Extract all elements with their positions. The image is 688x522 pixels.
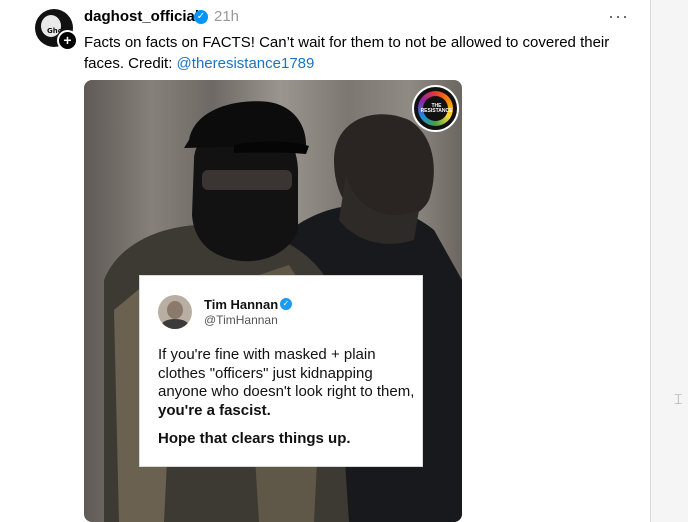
page-edge-icon: ⌶: [674, 391, 683, 407]
quote-author-handle: @TimHannan: [204, 313, 278, 327]
username[interactable]: daghost_official: [84, 8, 199, 25]
quote-tail: Hope that clears things up.: [158, 430, 351, 447]
resistance-logo: THE RESISTANCE: [412, 85, 459, 132]
quote-card: Tim Hannan ✓ @TimHannan If you're fine w…: [139, 275, 423, 467]
more-options-button[interactable]: ···: [608, 6, 629, 27]
caption-text: Facts on facts on FACTS! Can’t wait for …: [84, 34, 610, 72]
quote-avatar-body: [161, 319, 189, 329]
post-caption: Facts on facts on FACTS! Can’t wait for …: [84, 32, 624, 74]
quote-body-bold: you're a fascist.: [158, 401, 271, 419]
quote-avatar-head: [167, 301, 183, 319]
logo-label: THE RESISTANCE: [420, 103, 453, 114]
follow-plus-icon[interactable]: +: [57, 30, 78, 51]
caption-mention-link[interactable]: @theresistance1789: [177, 55, 315, 72]
quote-avatar: [158, 295, 192, 329]
right-pane: [651, 0, 688, 522]
quote-verified-icon: ✓: [280, 298, 292, 310]
post-time[interactable]: 21h: [214, 8, 239, 25]
quote-author-name: Tim Hannan: [204, 297, 279, 312]
verified-icon: ✓: [194, 10, 208, 24]
quote-body-plain: If you're fine with masked + plain cloth…: [158, 346, 415, 400]
quote-body: If you're fine with masked + plain cloth…: [158, 346, 420, 420]
